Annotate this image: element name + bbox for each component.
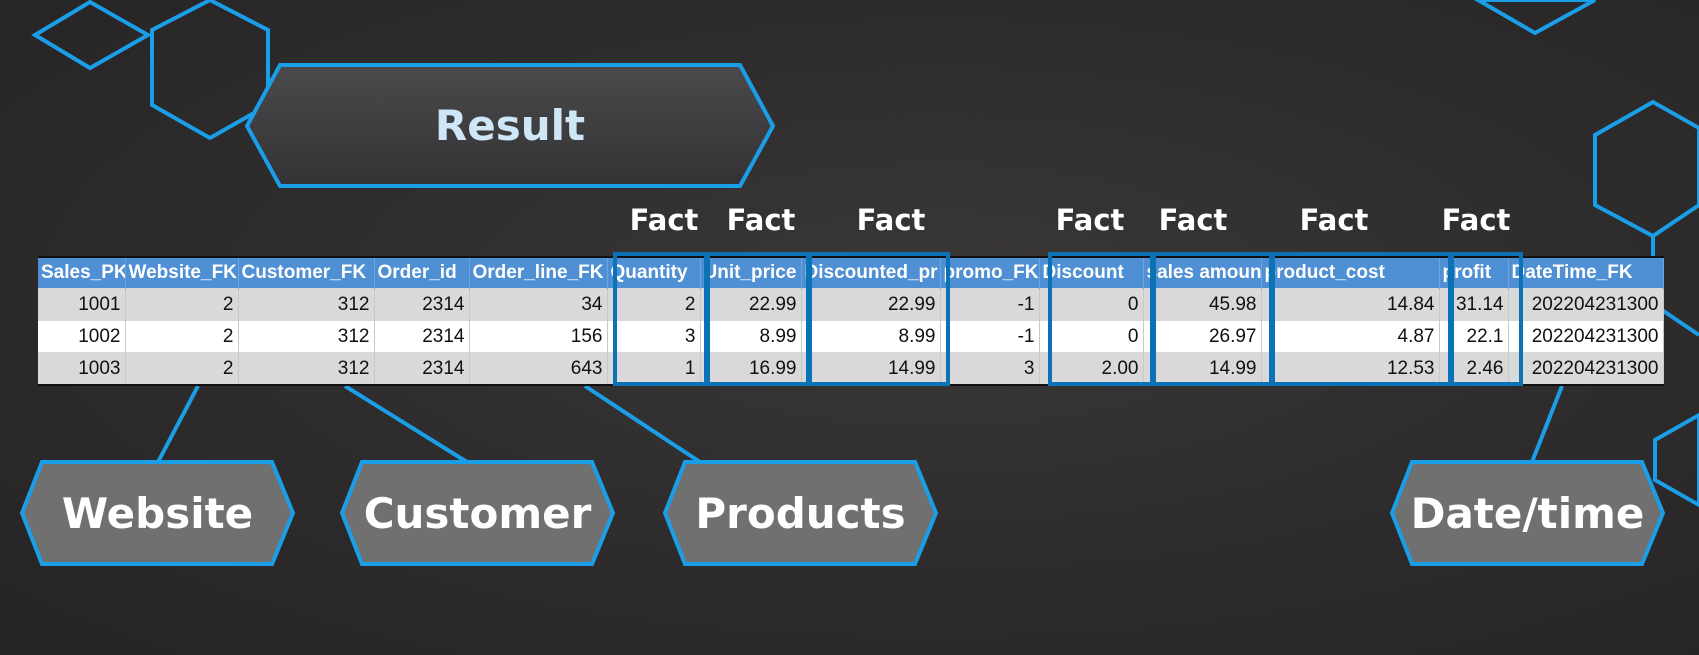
result-title: Result: [434, 101, 586, 150]
connector-products: [583, 384, 702, 464]
connector-datetime: [1530, 385, 1564, 463]
fact-column-highlight: [613, 252, 708, 386]
fact-label-discount: Fact: [1055, 203, 1125, 237]
table-cell: 202204231300: [1508, 288, 1664, 321]
datetime-label: Date/time: [1410, 488, 1645, 538]
table-cell: -1: [940, 320, 1040, 353]
col-header: Website_FK: [125, 257, 239, 289]
table-cell: 1001: [38, 288, 126, 321]
col-header: Sales_PK: [38, 257, 126, 289]
decor-hexagon: [31, 0, 153, 71]
table-cell: 156: [469, 320, 608, 353]
decor-line: [1660, 308, 1699, 337]
fact-label-quantity: Fact: [629, 203, 699, 237]
table-cell: 2314: [374, 320, 470, 353]
connector-customer: [343, 384, 469, 464]
col-header: promo_FK: [940, 257, 1040, 289]
fact-column-highlight: [1048, 252, 1154, 386]
table-cell: -1: [940, 288, 1040, 321]
fact-column-highlight: [1271, 252, 1452, 386]
fact-column-highlight: [1450, 252, 1523, 386]
col-header: DateTime_FK: [1508, 257, 1664, 289]
fact-label-discounted-price: Fact: [856, 203, 926, 237]
table-cell: 312: [238, 288, 375, 321]
col-header: Order_line_FK: [469, 257, 608, 289]
table-cell: 202204231300: [1508, 352, 1664, 385]
fact-label-product-cost: Fact: [1299, 203, 1369, 237]
table-cell: 2314: [374, 288, 470, 321]
table-cell: 2: [125, 352, 239, 385]
table-cell: 2314: [374, 352, 470, 385]
fact-label-sales-amount: Fact: [1158, 203, 1228, 237]
table-cell: 312: [238, 320, 375, 353]
col-header: Order_id: [374, 257, 470, 289]
table-cell: 643: [469, 352, 608, 385]
table-cell: 202204231300: [1508, 320, 1664, 353]
fact-column-highlight: [706, 252, 810, 386]
table-cell: 34: [469, 288, 608, 321]
table-cell: 3: [940, 352, 1040, 385]
fact-label-profit: Fact: [1441, 203, 1511, 237]
table-cell: 2: [125, 288, 239, 321]
table-cell: 1002: [38, 320, 126, 353]
table-cell: 2: [125, 320, 239, 353]
website-label: Website: [61, 488, 254, 538]
table-cell: 312: [238, 352, 375, 385]
fact-label-unit-price: Fact: [726, 203, 796, 237]
table-cell: 1003: [38, 352, 126, 385]
decor-hexagon: [1593, 99, 1699, 239]
customer-label: Customer: [363, 488, 592, 538]
fact-column-highlight: [1152, 252, 1273, 386]
connector-website: [156, 385, 200, 463]
products-label: Products: [695, 488, 906, 538]
fact-column-highlight: [808, 252, 950, 386]
decor-hexagon: [1474, 0, 1596, 36]
col-header: Customer_FK: [238, 257, 375, 289]
